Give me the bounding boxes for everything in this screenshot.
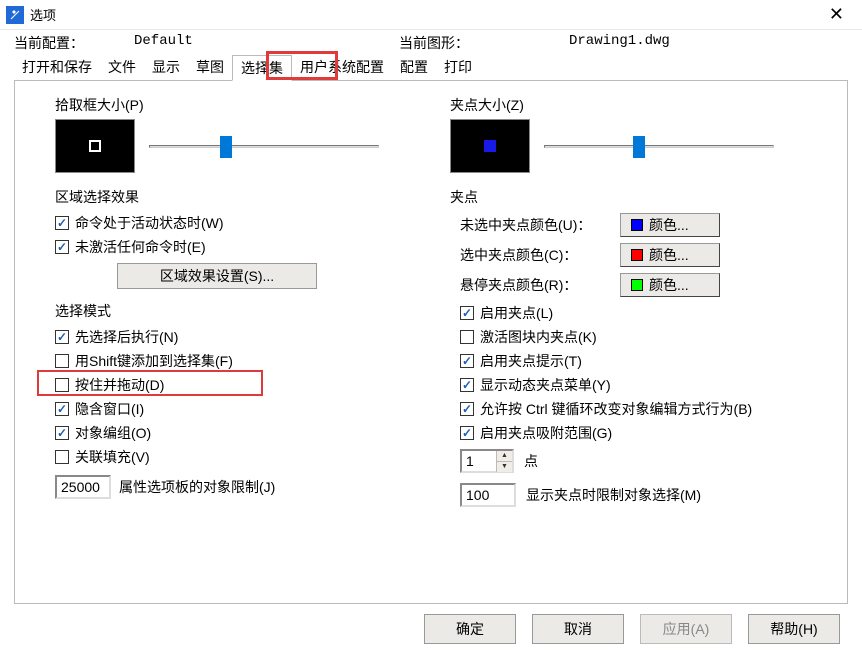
- tab-open-save[interactable]: 打开和保存: [14, 55, 100, 81]
- property-limit-label: 属性选项板的对象限制(J): [119, 477, 275, 497]
- chk-grip-snap-label: 启用夹点吸附范围(G): [480, 423, 612, 443]
- chk-press-drag[interactable]: [55, 378, 69, 392]
- chk-enable-grips-label: 启用夹点(L): [480, 303, 553, 323]
- chk-dyn-grip-menu[interactable]: [460, 378, 474, 392]
- chk-block-grips-label: 激活图块内夹点(K): [480, 327, 597, 347]
- current-drawing-label: 当前图形：: [399, 33, 569, 53]
- show-grips-limit-input[interactable]: [460, 483, 516, 507]
- chk-noun-verb[interactable]: [55, 330, 69, 344]
- color-btn-text: 颜色...: [649, 275, 689, 295]
- chk-object-group-label: 对象编组(O): [75, 423, 151, 443]
- chk-shift-add[interactable]: [55, 354, 69, 368]
- grip-slider-thumb[interactable]: [633, 136, 645, 158]
- tab-config[interactable]: 配置: [392, 55, 436, 81]
- chk-active-command[interactable]: [55, 216, 69, 230]
- chk-grip-tips[interactable]: [460, 354, 474, 368]
- chk-no-active-command[interactable]: [55, 240, 69, 254]
- chk-dyn-grip-menu-label: 显示动态夹点菜单(Y): [480, 375, 611, 395]
- chk-implied-window[interactable]: [55, 402, 69, 416]
- spinner-up-icon[interactable]: ▲: [496, 451, 512, 462]
- tab-print[interactable]: 打印: [436, 55, 480, 81]
- chk-block-grips[interactable]: [460, 330, 474, 344]
- hover-grip-color-label: 悬停夹点颜色(R)：: [460, 275, 620, 295]
- pickbox-size-slider[interactable]: [149, 145, 379, 148]
- current-config-label: 当前配置：: [14, 33, 134, 53]
- pickbox-size-label: 拾取框大小(P): [55, 95, 422, 115]
- chk-noun-verb-label: 先选择后执行(N): [75, 327, 178, 347]
- tab-display[interactable]: 显示: [144, 55, 188, 81]
- chk-enable-grips[interactable]: [460, 306, 474, 320]
- close-icon[interactable]: ✕: [817, 4, 856, 25]
- region-effect-label: 区域选择效果: [55, 187, 422, 207]
- chk-grip-snap[interactable]: [460, 426, 474, 440]
- selected-color-swatch: [631, 249, 643, 261]
- unselected-color-swatch: [631, 219, 643, 231]
- color-btn-text: 颜色...: [649, 215, 689, 235]
- grip-size-label: 夹点大小(Z): [450, 95, 837, 115]
- hover-grip-color-button[interactable]: 颜色...: [620, 273, 720, 297]
- chk-assoc-hatch-label: 关联填充(V): [75, 447, 150, 467]
- unselected-grip-color-button[interactable]: 颜色...: [620, 213, 720, 237]
- chk-press-drag-label: 按住并拖动(D): [75, 375, 164, 395]
- pickbox-square-icon: [89, 140, 101, 152]
- select-mode-label: 选择模式: [55, 301, 422, 321]
- grip-size-slider[interactable]: [544, 145, 774, 148]
- selected-grip-color-button[interactable]: 颜色...: [620, 243, 720, 267]
- chk-active-command-label: 命令处于活动状态时(W): [75, 213, 224, 233]
- window-title: 选项: [30, 5, 817, 24]
- tab-user-sys[interactable]: 用户系统配置: [292, 55, 392, 81]
- property-limit-input[interactable]: [55, 475, 111, 499]
- hover-color-swatch: [631, 279, 643, 291]
- spinner-down-icon[interactable]: ▼: [496, 462, 512, 472]
- tab-sketch[interactable]: 草图: [188, 55, 232, 81]
- chk-shift-add-label: 用Shift键添加到选择集(F): [75, 351, 233, 371]
- grips-label: 夹点: [450, 187, 837, 207]
- grip-snap-range-spinner[interactable]: ▲ ▼: [460, 449, 514, 473]
- chk-object-group[interactable]: [55, 426, 69, 440]
- grip-snap-range-input[interactable]: [462, 451, 496, 471]
- apply-button[interactable]: 应用(A): [640, 614, 732, 644]
- ok-button[interactable]: 确定: [424, 614, 516, 644]
- grip-snap-range-unit: 点: [524, 451, 538, 471]
- current-config-value: Default: [134, 33, 399, 53]
- unselected-grip-color-label: 未选中夹点颜色(U)：: [460, 215, 620, 235]
- help-button[interactable]: 帮助(H): [748, 614, 840, 644]
- current-drawing-value: Drawing1.dwg: [569, 33, 670, 53]
- pickbox-slider-thumb[interactable]: [220, 136, 232, 158]
- chk-grip-tips-label: 启用夹点提示(T): [480, 351, 582, 371]
- pickbox-preview: [55, 119, 135, 173]
- region-effect-settings-button[interactable]: 区域效果设置(S)...: [117, 263, 317, 289]
- app-icon: [6, 6, 24, 24]
- selected-grip-color-label: 选中夹点颜色(C)：: [460, 245, 620, 265]
- grip-square-icon: [484, 140, 496, 152]
- color-btn-text: 颜色...: [649, 245, 689, 265]
- chk-assoc-hatch[interactable]: [55, 450, 69, 464]
- show-grips-limit-label: 显示夹点时限制对象选择(M): [526, 485, 701, 505]
- chk-ctrl-cycle-label: 允许按 Ctrl 键循环改变对象编辑方式行为(B): [480, 399, 752, 419]
- cancel-button[interactable]: 取消: [532, 614, 624, 644]
- chk-implied-window-label: 隐含窗口(I): [75, 399, 144, 419]
- tab-selection[interactable]: 选择集: [232, 55, 292, 81]
- tab-file[interactable]: 文件: [100, 55, 144, 81]
- grip-preview: [450, 119, 530, 173]
- chk-ctrl-cycle[interactable]: [460, 402, 474, 416]
- chk-no-active-command-label: 未激活任何命令时(E): [75, 237, 206, 257]
